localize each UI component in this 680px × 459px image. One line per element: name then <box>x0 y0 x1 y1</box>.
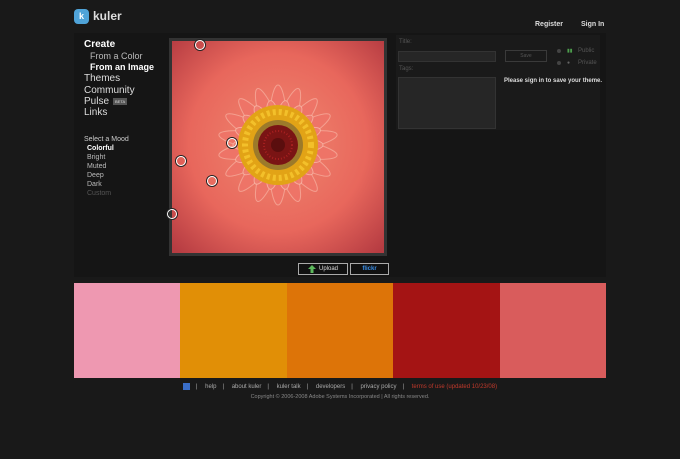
footer-link-privacy[interactable]: privacy policy <box>360 384 396 390</box>
save-button[interactable]: Save <box>505 50 547 62</box>
color-picker-handle[interactable] <box>167 209 177 219</box>
color-picker-handle[interactable] <box>176 156 186 166</box>
adobe-logo-icon[interactable] <box>182 383 190 390</box>
color-picker-handle[interactable] <box>227 138 237 148</box>
flickr-button[interactable]: flickr <box>350 263 389 275</box>
title-input[interactable] <box>398 51 496 62</box>
tags-input[interactable] <box>398 77 496 129</box>
private-radio[interactable] <box>557 61 561 65</box>
mood-option-custom[interactable]: Custom <box>87 190 111 197</box>
flower-image[interactable] <box>172 41 384 253</box>
mood-option-colorful[interactable]: Colorful <box>87 145 114 152</box>
nav-pulse[interactable]: Pulse BETA <box>84 96 128 107</box>
footer-link-talk[interactable]: kuler talk <box>277 384 301 390</box>
private-icon: ● <box>567 60 571 66</box>
tags-label: Tags: <box>399 66 414 72</box>
footer-links: | help | about kuler | kuler talk | develop… <box>0 383 680 390</box>
signin-link[interactable]: Sign In <box>581 21 604 28</box>
save-button-label: Save <box>520 53 532 59</box>
signin-message: Please sign in to save your theme. <box>504 78 603 84</box>
nav-community[interactable]: Community <box>84 85 135 96</box>
flickr-button-label: flickr <box>362 266 377 272</box>
nav-from-image[interactable]: From an Image <box>90 62 154 72</box>
footer-link-about[interactable]: about kuler <box>232 384 262 390</box>
public-label: Public <box>578 48 595 54</box>
color-picker-handle[interactable] <box>207 176 217 186</box>
nav-themes[interactable]: Themes <box>84 73 120 84</box>
footer-link-terms[interactable]: terms of use (updated 10/23/08) <box>412 384 497 390</box>
copyright-text: Copyright © 2006-2008 Adobe Systems Inco… <box>250 394 430 400</box>
register-link[interactable]: Register <box>535 21 563 28</box>
private-label: Private <box>578 60 597 66</box>
nav-pulse-label: Pulse <box>84 96 110 107</box>
color-swatch-4[interactable] <box>393 283 500 378</box>
nav-create[interactable]: Create <box>84 39 115 50</box>
color-swatch-1[interactable] <box>74 283 181 378</box>
mood-option-dark[interactable]: Dark <box>87 181 102 188</box>
nav-from-color[interactable]: From a Color <box>90 51 143 61</box>
mood-title: Select a Mood <box>84 136 129 143</box>
kuler-logo-icon[interactable]: k <box>74 9 89 24</box>
public-icon: ▮▮ <box>567 48 573 54</box>
public-radio[interactable] <box>557 49 561 53</box>
footer-link-developers[interactable]: developers <box>316 384 345 390</box>
title-label: Title: <box>399 39 412 45</box>
color-swatch-5[interactable] <box>499 283 606 378</box>
upload-button-label: Upload <box>318 266 338 272</box>
mood-option-muted[interactable]: Muted <box>87 163 106 170</box>
mood-option-deep[interactable]: Deep <box>87 172 104 179</box>
color-swatch-3[interactable] <box>286 283 394 378</box>
color-picker-handle[interactable] <box>195 40 205 50</box>
app-title[interactable]: kuler <box>93 9 122 23</box>
beta-badge: BETA <box>113 97 128 105</box>
nav-links[interactable]: Links <box>84 107 107 118</box>
upload-arrow-icon <box>307 265 316 273</box>
upload-button[interactable]: Upload <box>298 263 348 275</box>
mood-option-bright[interactable]: Bright <box>87 154 105 161</box>
footer-link-help[interactable]: help <box>205 384 216 390</box>
flower-image-graphic <box>172 41 384 253</box>
color-swatch-2[interactable] <box>180 283 287 378</box>
